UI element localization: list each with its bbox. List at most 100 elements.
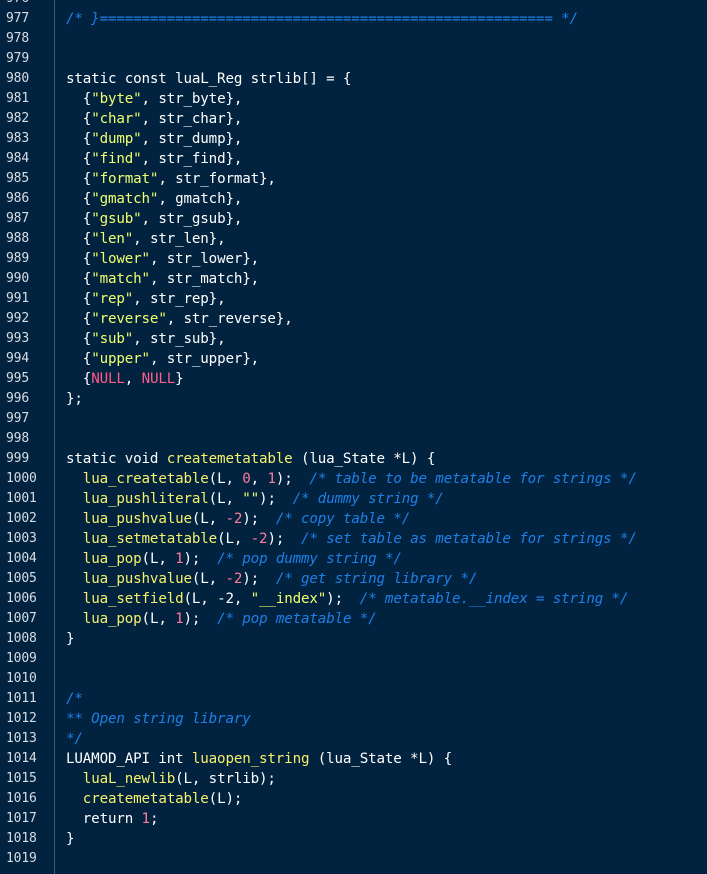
- code-token-plain: };: [66, 391, 83, 407]
- line-text: static const luaL_Reg strlib[] = {: [66, 69, 351, 89]
- code-line[interactable]: 990 {"match", str_match},: [0, 269, 707, 289]
- code-token-plain: , str_upper},: [149, 351, 260, 367]
- line-text: }: [66, 829, 75, 849]
- code-token-func: lua_pushvalue: [82, 511, 192, 527]
- code-line[interactable]: 985 {"format", str_format},: [0, 169, 707, 189]
- line-text: */: [66, 729, 83, 749]
- code-line[interactable]: 1005 lua_pushvalue(L, -2); /* get string…: [0, 569, 707, 589]
- line-text: {"reverse", str_reverse},: [66, 309, 293, 329]
- code-line[interactable]: 996};: [0, 389, 707, 409]
- code-token-comment: /* table to be metatable for strings */: [309, 471, 637, 487]
- code-line[interactable]: 994 {"upper", str_upper},: [0, 349, 707, 369]
- code-line[interactable]: 1004 lua_pop(L, 1); /* pop dummy string …: [0, 549, 707, 569]
- code-token-number: -2: [225, 571, 243, 587]
- code-line[interactable]: 1014 LUAMOD_API int luaopen_string (lua_S…: [0, 749, 707, 769]
- code-line[interactable]: 1002 lua_pushvalue(L, -2); /* copy table…: [0, 509, 707, 529]
- code-token-string: "byte": [91, 91, 142, 107]
- code-token-plain: , str_char},: [141, 111, 243, 127]
- code-token-plain: , str_reverse},: [166, 311, 293, 327]
- code-line[interactable]: 978: [0, 29, 707, 49]
- line-text: lua_pushvalue(L, -2); /* get string libr…: [66, 569, 478, 589]
- code-line[interactable]: 1007 lua_pop(L, 1); /* pop metatable */: [0, 609, 707, 629]
- code-token-plain: , str_format},: [158, 171, 276, 187]
- code-line[interactable]: 1008}: [0, 629, 707, 649]
- code-line[interactable]: 986 {"gmatch", gmatch},: [0, 189, 707, 209]
- code-line[interactable]: 1012 ** Open string library: [0, 709, 707, 729]
- code-line[interactable]: 1013 */: [0, 729, 707, 749]
- line-number: 996: [6, 391, 30, 406]
- code-line[interactable]: 977 /* }=================================…: [0, 9, 707, 29]
- line-text: {"gmatch", gmatch},: [66, 189, 243, 209]
- code-token-string: "match": [91, 271, 150, 287]
- code-line[interactable]: 988 {"len", str_len},: [0, 229, 707, 249]
- code-token-comment: */: [66, 731, 83, 747]
- code-line[interactable]: 1000 lua_createtable(L, 0, 1); /* table …: [0, 469, 707, 489]
- line-number: 979: [6, 51, 30, 66]
- code-line[interactable]: 989 {"lower", str_lower},: [0, 249, 707, 269]
- line-number: 1013: [6, 731, 37, 746]
- code-token-func: lua_pop: [82, 611, 142, 627]
- code-line[interactable]: 976: [0, 0, 707, 9]
- code-line[interactable]: 998: [0, 429, 707, 449]
- code-token-plain: }: [175, 371, 184, 387]
- code-token-string: "char": [91, 111, 142, 127]
- code-line[interactable]: 983 {"dump", str_dump},: [0, 129, 707, 149]
- code-line[interactable]: 987 {"gsub", str_gsub},: [0, 209, 707, 229]
- code-line[interactable]: 984 {"find", str_find},: [0, 149, 707, 169]
- code-line[interactable]: 992 {"reverse", str_reverse},: [0, 309, 707, 329]
- code-line[interactable]: 979: [0, 49, 707, 69]
- line-number: 992: [6, 311, 30, 326]
- code-token-plain: {: [66, 251, 92, 267]
- line-number: 1003: [6, 531, 37, 546]
- code-line[interactable]: 980 static const luaL_Reg strlib[] = {: [0, 69, 707, 89]
- code-token-comment: /* pop dummy string */: [217, 551, 402, 567]
- code-token-plain: {: [66, 331, 92, 347]
- code-token-plain: (L);: [208, 791, 243, 807]
- code-line[interactable]: 995 {NULL, NULL}: [0, 369, 707, 389]
- code-line[interactable]: 991 {"rep", str_rep},: [0, 289, 707, 309]
- code-line[interactable]: 1018}: [0, 829, 707, 849]
- code-line[interactable]: 997: [0, 409, 707, 429]
- code-line[interactable]: 1015 luaL_newlib(L, strlib);: [0, 769, 707, 789]
- code-token-plain: , str_match},: [149, 271, 260, 287]
- code-token-plain: (L,: [141, 611, 176, 627]
- code-token-plain: LUAMOD_API int: [66, 751, 192, 767]
- code-token-plain: );: [275, 471, 310, 487]
- code-line[interactable]: 1019: [0, 849, 707, 869]
- code-token-comment: /* get string library */: [275, 571, 478, 587]
- code-token-plain: (L,: [191, 511, 226, 527]
- code-token-func: createmetatable: [82, 791, 209, 807]
- code-line[interactable]: 1017 return 1;: [0, 809, 707, 829]
- line-number: 982: [6, 111, 30, 126]
- code-line[interactable]: 993 {"sub", str_sub},: [0, 329, 707, 349]
- code-line[interactable]: 999 static void createmetatable (lua_Stat…: [0, 449, 707, 469]
- code-token-plain: );: [183, 551, 218, 567]
- code-token-comment: /* pop metatable */: [217, 611, 377, 627]
- code-line[interactable]: 1011 /*: [0, 689, 707, 709]
- code-editor[interactable]: 976 977 /* }==============================…: [0, 0, 707, 874]
- code-line[interactable]: 982 {"char", str_char},: [0, 109, 707, 129]
- line-number: 978: [6, 31, 30, 46]
- code-line[interactable]: 1001 lua_pushliteral(L, ""); /* dummy st…: [0, 489, 707, 509]
- code-token-plain: , str_find},: [141, 151, 243, 167]
- line-number: 1004: [6, 551, 37, 566]
- code-line[interactable]: 1003 lua_setmetatable(L, -2); /* set tab…: [0, 529, 707, 549]
- line-number: 1000: [6, 471, 37, 486]
- code-line[interactable]: 981 {"byte", str_byte},: [0, 89, 707, 109]
- line-text: lua_pushliteral(L, ""); /* dummy string …: [66, 489, 444, 509]
- line-number: 1010: [6, 671, 37, 686]
- code-area[interactable]: 976 977 /* }==============================…: [0, 0, 707, 869]
- code-line[interactable]: 1006 lua_setfield(L, -2, "__index"); /* …: [0, 589, 707, 609]
- code-token-number: 1: [141, 811, 151, 827]
- code-token-plain: , str_dump},: [141, 131, 243, 147]
- code-token-plain: return: [66, 811, 142, 827]
- code-line[interactable]: 1010: [0, 669, 707, 689]
- code-line[interactable]: 1009: [0, 649, 707, 669]
- code-line[interactable]: 1016 createmetatable(L);: [0, 789, 707, 809]
- line-number: 994: [6, 351, 30, 366]
- code-token-string: "gsub": [91, 211, 142, 227]
- code-token-plain: {: [66, 371, 92, 387]
